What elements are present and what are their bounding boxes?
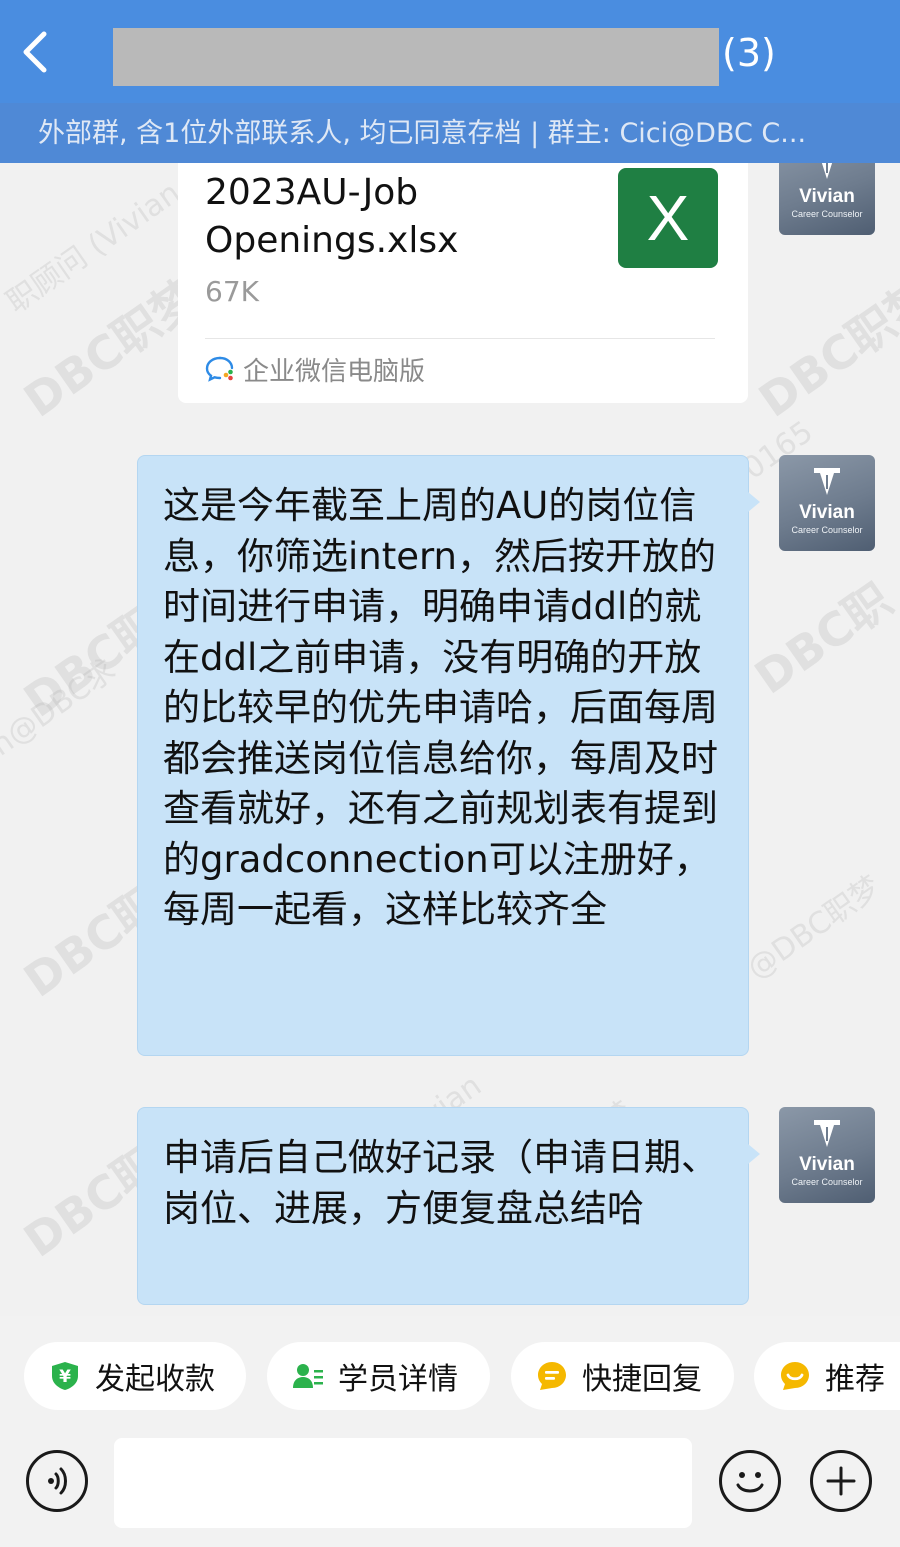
message-bubble[interactable]: 这是今年截至上周的AU的岗位信息，你筛选intern，然后按开放的时间进行申请，… [137,455,760,1056]
member-count: (3) [722,31,776,75]
quick-action-recommend[interactable]: 推荐 [754,1342,900,1410]
chip-label: 快捷回复 [582,1362,702,1397]
avatar-name: Vivian [799,1154,855,1175]
input-bar [0,1438,900,1547]
quick-action-quick-reply[interactable]: 快捷回复 [511,1342,734,1410]
message-bubble[interactable]: 申请后自己做好记录（申请日期、岗位、进展，方便复盘总结哈 [137,1107,760,1305]
avatar[interactable]: Vivian Career Counselor [779,1107,875,1203]
voice-icon [48,1467,67,1495]
quick-action-student-details[interactable]: 学员详情 [267,1342,490,1410]
pen-logo-icon [821,163,833,179]
watermark: DBC职梦 [749,269,900,428]
file-size: 67K [205,275,259,308]
file-source: 企业微信电脑版 [205,351,425,387]
quick-reply-icon [536,1360,568,1392]
watermark: n@DBC求 [0,652,123,764]
chevron-left-icon [23,31,47,73]
divider [205,338,715,339]
smiley-icon [736,1472,764,1493]
recommend-icon [779,1360,811,1392]
plus-icon [826,1466,856,1496]
svg-text:¥: ¥ [59,1367,71,1387]
avatar-role: Career Counselor [791,525,863,535]
avatar-role: Career Counselor [791,209,863,219]
file-name: 2023AU-Job Openings.xlsx [205,172,459,261]
pen-logo-icon [814,468,840,495]
watermark: @DBC职梦 [740,869,888,987]
wecom-icon [205,356,234,382]
chip-label: 发起收款 [95,1362,215,1397]
more-button[interactable] [810,1450,872,1512]
watermark: 职顾问 (Vivian [0,175,187,321]
redacted-chat-title [113,28,719,86]
avatar-name: Vivian [799,186,855,207]
top-bar: (3) [0,0,900,103]
watermark: DBC职 [745,572,900,705]
chip-label: 学员详情 [338,1362,458,1397]
user-list-icon [292,1360,324,1392]
quick-action-bar: ¥ 发起收款 学员详情 快捷回复 推荐 [0,1316,900,1438]
file-source-label: 企业微信电脑版 [243,356,426,387]
back-button[interactable] [14,24,64,80]
avatar[interactable]: Vivian Career Counselor [779,163,875,235]
yuan-shield-icon: ¥ [49,1360,81,1392]
message-input[interactable] [114,1438,692,1528]
avatar[interactable]: Vivian Career Counselor [779,455,875,551]
emoji-button[interactable] [719,1450,781,1512]
pen-logo-icon [814,1120,840,1147]
file-message-card[interactable]: 2023AU-Job Openings.xlsx 67K X 企业微信电脑版 [178,163,748,403]
voice-input-button[interactable] [26,1450,88,1512]
group-info-banner[interactable]: 外部群, 含1位外部联系人, 均已同意存档 | 群主: Cici@DBC C..… [0,103,900,163]
avatar-name: Vivian [799,502,855,523]
chat-area[interactable]: 职顾问 (Vivian DBC职梦 DBC职梦 0165 n@DBC求 DBC职… [0,163,900,1316]
chip-label: 推荐 [825,1362,885,1397]
avatar-role: Career Counselor [791,1177,863,1187]
excel-file-icon: X [618,168,718,268]
quick-action-payment[interactable]: ¥ 发起收款 [24,1342,246,1410]
